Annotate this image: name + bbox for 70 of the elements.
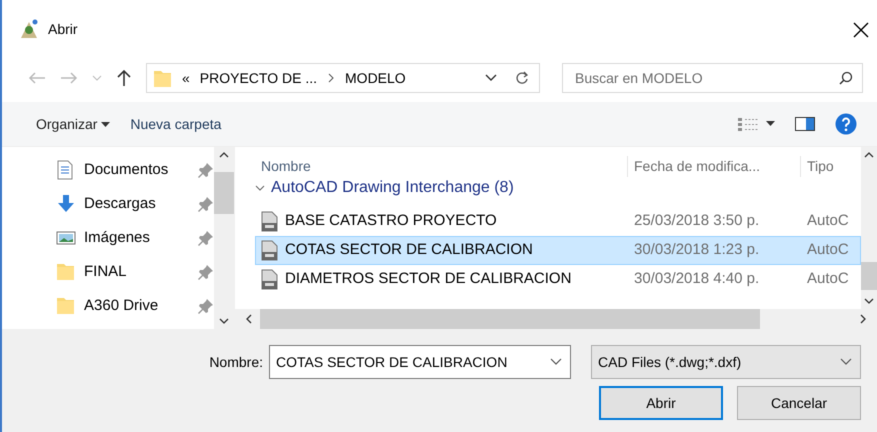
close-button[interactable] <box>853 20 869 38</box>
sidebar-label: FINAL <box>84 262 128 282</box>
file-type: AutoC <box>806 240 850 260</box>
column-header[interactable]: Nombre <box>255 156 627 176</box>
breadcrumb-overflow[interactable]: « <box>182 68 190 88</box>
folder-icon <box>56 296 76 316</box>
dxf-file-icon <box>260 269 279 290</box>
scrollbar-thumb[interactable] <box>214 172 234 214</box>
sidebar-label: A360 Drive <box>84 296 160 316</box>
sidebar-item[interactable]: FINAL <box>2 255 214 289</box>
file-name: COTAS SECTOR DE CALIBRACION <box>285 240 533 260</box>
dropdown-icon[interactable] <box>485 74 497 82</box>
dxf-file-icon <box>260 240 279 261</box>
file-name: DIAMETROS SECTOR DE CALIBRACION <box>285 269 572 290</box>
scroll-up-icon[interactable] <box>864 151 874 158</box>
file-type: AutoC <box>806 269 850 290</box>
scroll-left-icon[interactable] <box>245 314 252 324</box>
scrollbar-thumb[interactable] <box>260 309 760 329</box>
organize-button[interactable]: Organizar <box>36 112 110 136</box>
file-name-field[interactable]: COTAS SECTOR DE CALIBRACION <box>269 345 571 379</box>
search-field[interactable]: Buscar en MODELO <box>562 63 863 93</box>
preview-pane-icon[interactable] <box>795 117 815 131</box>
refresh-icon[interactable] <box>515 71 529 85</box>
folder-icon <box>153 68 172 88</box>
file-name: BASE CATASTRO PROYECTO <box>285 211 497 232</box>
scroll-down-icon[interactable] <box>219 318 229 325</box>
chevron-icon <box>327 73 336 83</box>
caret-icon <box>766 121 775 127</box>
sidebar-item[interactable]: Imágenes <box>2 221 214 255</box>
window-title: Abrir <box>48 20 78 38</box>
sidebar-item[interactable]: Descargas <box>2 187 214 221</box>
up-icon[interactable] <box>116 69 132 87</box>
sidebar-label: Documentos <box>84 160 170 180</box>
file-date: 25/03/2018 3:50 p. <box>633 211 760 232</box>
dxf-file-icon <box>260 211 279 232</box>
file-row[interactable]: COTAS SECTOR DE CALIBRACION 30/03/2018 1:23 p. AutoC <box>255 236 861 265</box>
file-row[interactable]: BASE CATASTRO PROYECTO 25/03/2018 3:50 p. AutoC <box>255 207 861 236</box>
file-date: 30/03/2018 1:23 p. <box>633 240 760 260</box>
breadcrumb-item[interactable]: MODELO <box>345 68 406 88</box>
new-folder-button[interactable]: Nueva carpeta <box>130 112 222 136</box>
search-icon <box>839 71 853 85</box>
help-icon[interactable] <box>835 113 857 135</box>
scroll-right-icon[interactable] <box>860 314 867 324</box>
scroll-down-icon[interactable] <box>864 298 874 305</box>
scroll-up-icon[interactable] <box>219 151 229 158</box>
sidebar-item[interactable]: A360 Drive <box>2 289 214 323</box>
column-header[interactable]: Fecha de modifica... <box>627 156 800 176</box>
file-date: 30/03/2018 4:40 p. <box>633 269 760 290</box>
app-icon <box>18 18 40 40</box>
sidebar-item[interactable]: Documentos <box>2 153 214 187</box>
view-list-icon <box>737 116 759 132</box>
open-button[interactable]: Abrir <box>599 386 723 420</box>
file-type: AutoC <box>806 211 850 232</box>
file-name-label: Nombre: <box>209 352 263 372</box>
group-header[interactable]: AutoCAD Drawing Interchange (8) <box>271 176 514 200</box>
collapse-chevron-icon[interactable] <box>255 184 265 192</box>
file-row[interactable]: DIAMETROS SECTOR DE CALIBRACION 30/03/2018 4:40 p. AutoC <box>255 265 861 294</box>
breadcrumb-item[interactable]: PROYECTO DE ... <box>200 68 318 88</box>
download-arrow-icon <box>56 194 76 214</box>
caret-icon <box>101 122 110 128</box>
folder-icon <box>56 262 76 282</box>
cancel-button[interactable]: Cancelar <box>737 386 861 420</box>
file-type-dropdown[interactable]: CAD Files (*.dwg;*.dxf) <box>591 345 861 379</box>
scrollbar-thumb[interactable] <box>861 262 877 290</box>
dropdown-icon <box>840 358 852 366</box>
sidebar-label: Descargas <box>84 194 157 214</box>
dropdown-icon <box>550 358 562 366</box>
address-bar[interactable]: « PROYECTO DE ... MODELO <box>146 63 540 93</box>
sidebar-label: Imágenes <box>84 228 151 248</box>
column-header[interactable]: Tipo <box>800 156 850 176</box>
